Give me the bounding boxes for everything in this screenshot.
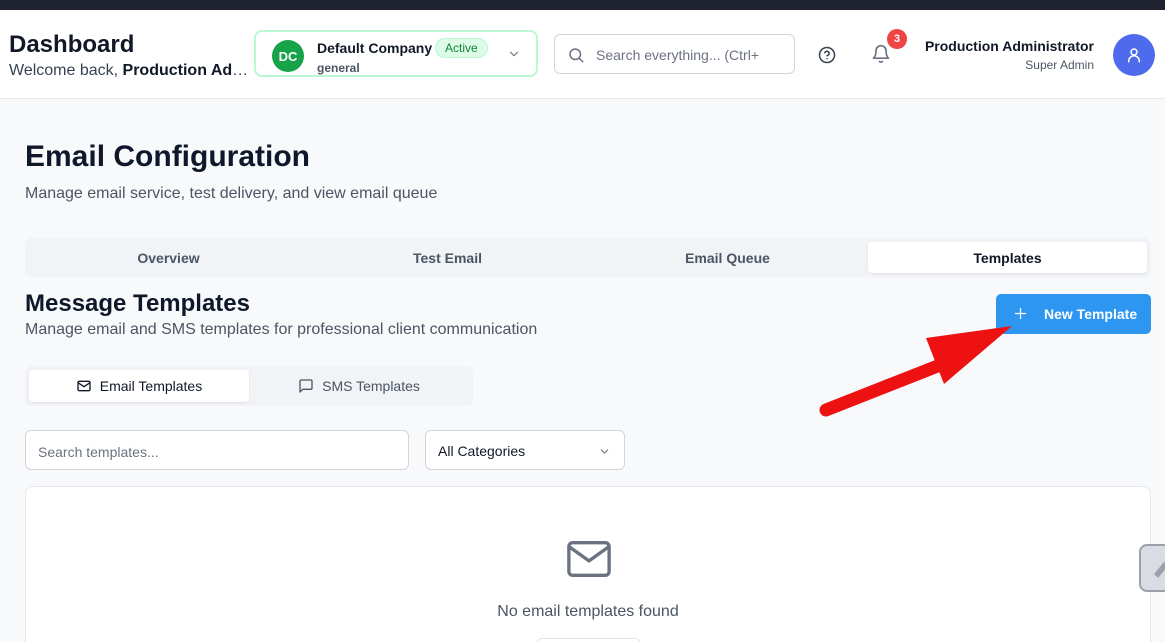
help-icon[interactable] [818, 46, 836, 64]
section-title: Message Templates [25, 290, 250, 317]
new-template-button[interactable]: New Template [996, 294, 1151, 334]
company-avatar: DC [272, 40, 304, 72]
company-type: general [317, 61, 360, 75]
user-icon [1128, 48, 1140, 63]
tab-test-email[interactable]: Test Email [308, 242, 587, 273]
chevron-down-icon [600, 449, 609, 454]
template-search-input[interactable]: Search templates... [25, 430, 409, 470]
template-type-tabs: Email Templates SMS Templates [25, 366, 473, 406]
welcome-user-name: Production Adm... [122, 62, 254, 79]
company-status-badge: Active [435, 38, 488, 58]
chevron-down-icon [509, 51, 519, 57]
notification-bell-icon[interactable] [871, 44, 891, 64]
tab-overview[interactable]: Overview [29, 242, 308, 273]
pencil-icon [1154, 562, 1165, 578]
tab-sms-templates[interactable]: SMS Templates [249, 370, 469, 402]
company-switcher[interactable]: DC Default Company Active general [254, 30, 538, 77]
page-title: Email Configuration [25, 140, 310, 173]
page-subtitle: Manage email service, test delivery, and… [25, 185, 438, 202]
tab-sms-templates-label: SMS Templates [322, 378, 420, 394]
plus-icon [1014, 307, 1027, 320]
category-select[interactable]: All Categories [425, 430, 625, 470]
mail-icon [77, 380, 91, 392]
config-tabs: Overview Test Email Email Queue Template… [25, 238, 1151, 277]
company-name: Default Company [317, 40, 433, 56]
tab-templates[interactable]: Templates [868, 242, 1147, 273]
new-template-label: New Template [1044, 306, 1138, 322]
window-top-strip [0, 0, 1165, 10]
mail-icon [567, 541, 611, 577]
section-subtitle: Manage email and SMS templates for profe… [25, 321, 538, 338]
tab-email-templates[interactable]: Email Templates [29, 370, 249, 402]
welcome-text: Welcome back, Production Adm... [9, 62, 254, 80]
tab-email-queue[interactable]: Email Queue [588, 242, 867, 273]
category-selected-value: All Categories [438, 443, 526, 459]
empty-state-action[interactable] [536, 638, 641, 642]
user-role: Super Admin [1025, 58, 1094, 72]
app-header: Dashboard Welcome back, Production Adm..… [0, 10, 1165, 99]
search-placeholder: Search everything... (Ctrl+ [596, 47, 760, 63]
user-avatar[interactable] [1113, 34, 1155, 76]
tab-email-templates-label: Email Templates [99, 378, 203, 394]
message-icon [299, 379, 313, 393]
user-name[interactable]: Production Administrator [925, 38, 1094, 54]
search-icon [569, 48, 584, 63]
global-search-input[interactable]: Search everything... (Ctrl+ [554, 34, 795, 74]
template-search-placeholder: Search templates... [38, 444, 159, 460]
templates-empty-panel: No email templates found [25, 486, 1151, 642]
header-title: Dashboard [9, 31, 135, 58]
notification-count-badge: 3 [887, 29, 907, 49]
empty-state-message: No email templates found [497, 603, 679, 620]
floating-widget-tab[interactable] [1139, 544, 1165, 592]
